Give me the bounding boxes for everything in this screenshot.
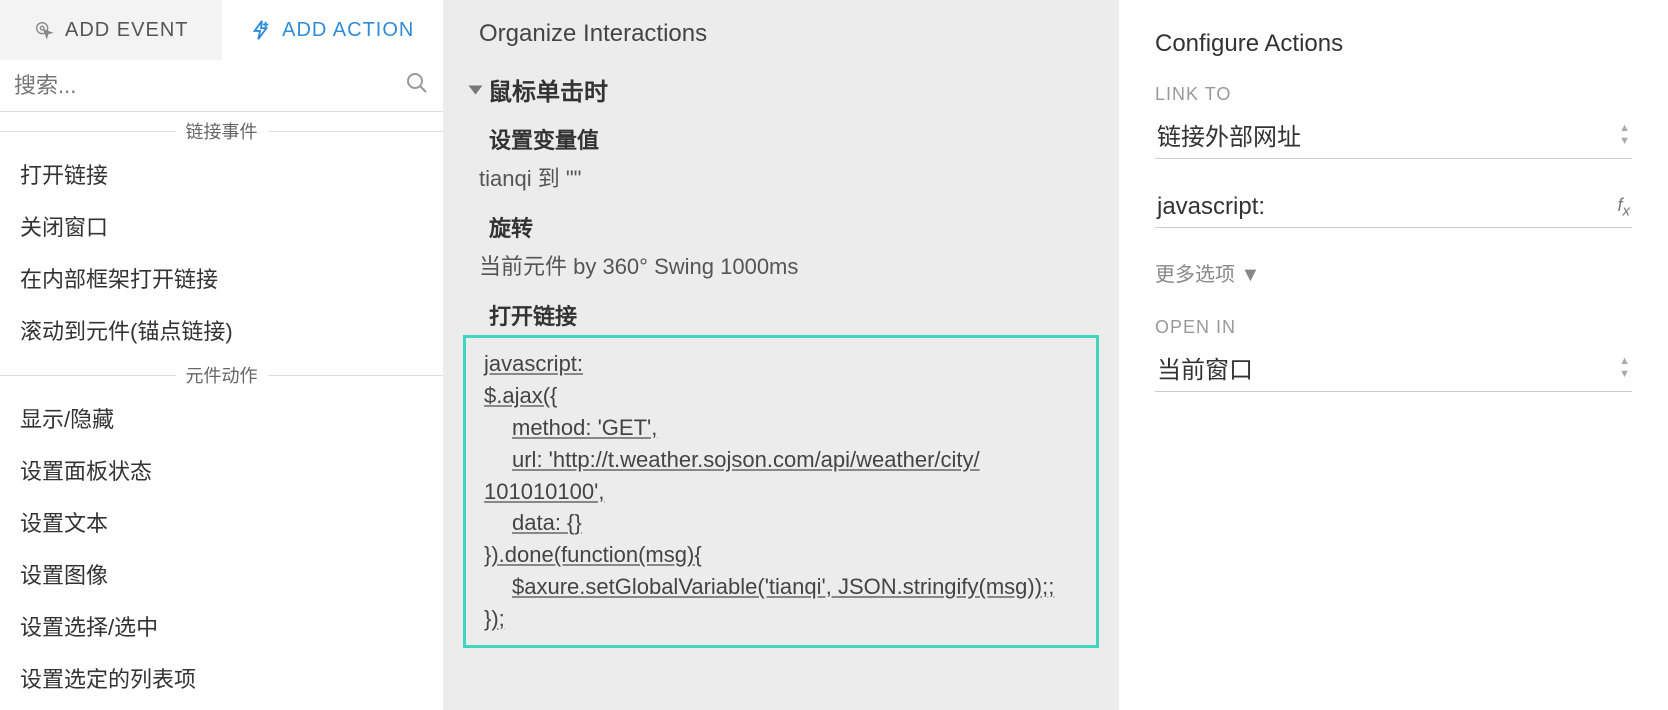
tab-add-event-label: ADD EVENT xyxy=(65,19,188,42)
code-line: $axure.setGlobalVariable('tianqi', JSON.… xyxy=(484,571,1078,603)
search-row xyxy=(0,60,443,112)
stepper-icon: ▲▼ xyxy=(1619,356,1630,380)
action-set-selected[interactable]: 设置选择/选中 xyxy=(0,600,443,652)
code-line: data: {} xyxy=(484,507,1078,539)
action-scroll-to-widget[interactable]: 滚动到元件(锚点链接) xyxy=(0,304,443,356)
action-set-text[interactable]: 设置文本 xyxy=(0,496,443,548)
code-line: }); xyxy=(484,603,1078,635)
event-onclick[interactable]: 鼠标单击时 xyxy=(443,66,1119,113)
action-openlink-label[interactable]: 打开链接 xyxy=(443,289,1119,333)
action-rotate-label[interactable]: 旋转 xyxy=(443,201,1119,245)
open-in-label: OPEN IN xyxy=(1155,317,1632,338)
open-in-value: 当前窗口 xyxy=(1157,350,1253,385)
open-in-select[interactable]: 当前窗口 ▲▼ xyxy=(1155,344,1632,392)
action-set-variable-desc[interactable]: tianqi 到 "" xyxy=(443,157,1119,201)
action-close-window[interactable]: 关闭窗口 xyxy=(0,200,443,252)
url-input[interactable]: javascript: fx xyxy=(1155,187,1632,228)
middle-panel: Organize Interactions 鼠标单击时 设置变量值 tianqi… xyxy=(443,0,1119,710)
action-set-panel-state[interactable]: 设置面板状态 xyxy=(0,444,443,496)
right-panel: Configure Actions LINK TO 链接外部网址 ▲▼ java… xyxy=(1119,0,1668,710)
fx-icon[interactable]: fx xyxy=(1617,195,1630,220)
code-line: method: 'GET', xyxy=(484,412,1078,444)
action-show-hide[interactable]: 显示/隐藏 xyxy=(0,392,443,444)
caret-down-icon xyxy=(469,85,483,94)
stepper-icon: ▲▼ xyxy=(1619,123,1630,147)
link-to-label: LINK TO xyxy=(1155,84,1632,105)
code-line: $.ajax({ xyxy=(484,380,1078,412)
code-line: 101010100', xyxy=(484,476,1078,508)
lightning-plus-icon xyxy=(250,19,272,41)
code-line: url: 'http://t.weather.sojson.com/api/we… xyxy=(484,444,1078,476)
code-line: }).done(function(msg){ xyxy=(484,539,1078,571)
action-set-image[interactable]: 设置图像 xyxy=(0,548,443,600)
action-set-variable-label[interactable]: 设置变量值 xyxy=(443,113,1119,157)
tab-add-action-label: ADD ACTION xyxy=(282,19,414,42)
tabs: ADD EVENT ADD ACTION xyxy=(0,0,443,60)
tab-add-event[interactable]: ADD EVENT xyxy=(0,0,222,60)
left-panel: ADD EVENT ADD ACTION 链接事件 打开链接 关闭窗口 在内部框… xyxy=(0,0,443,710)
action-open-link[interactable]: 打开链接 xyxy=(0,148,443,200)
action-rotate-desc[interactable]: 当前元件 by 360° Swing 1000ms xyxy=(443,245,1119,289)
link-to-select[interactable]: 链接外部网址 ▲▼ xyxy=(1155,111,1632,159)
tab-add-action[interactable]: ADD ACTION xyxy=(222,0,444,60)
action-set-list-item[interactable]: 设置选定的列表项 xyxy=(0,652,443,704)
configure-title: Configure Actions xyxy=(1155,30,1632,58)
link-to-value: 链接外部网址 xyxy=(1157,117,1301,152)
code-line: javascript: xyxy=(484,348,1078,380)
organize-title: Organize Interactions xyxy=(443,20,1119,66)
cursor-icon xyxy=(33,19,55,41)
more-options[interactable]: 更多选项 ▼ xyxy=(1155,258,1632,287)
action-openlink-code[interactable]: javascript: $.ajax({ method: 'GET', url:… xyxy=(463,335,1099,648)
event-onclick-label: 鼠标单击时 xyxy=(488,72,608,107)
action-open-in-frame[interactable]: 在内部框架打开链接 xyxy=(0,252,443,304)
search-icon[interactable] xyxy=(405,71,429,100)
section-widget-actions: 元件动作 xyxy=(0,362,443,388)
url-value: javascript: xyxy=(1157,193,1265,221)
section-link-events: 链接事件 xyxy=(0,118,443,144)
search-input[interactable] xyxy=(14,73,405,99)
